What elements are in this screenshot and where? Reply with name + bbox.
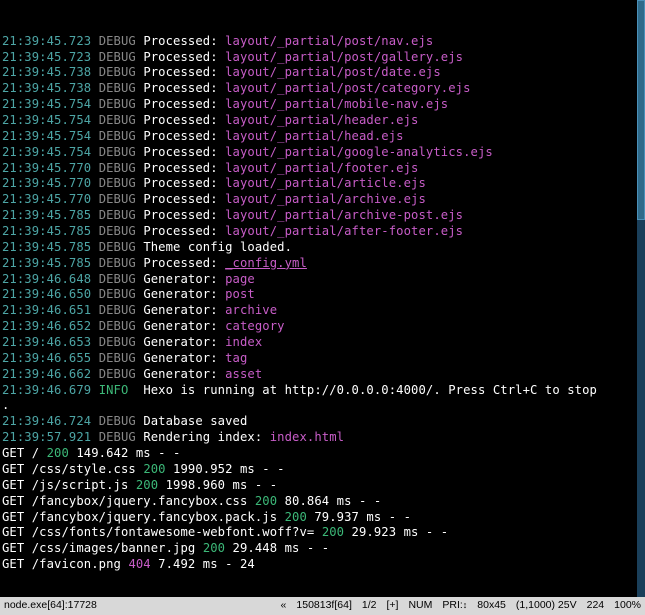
- updown-icon: ↕: [463, 600, 468, 612]
- log-line: 21:39:46.651 DEBUG Generator: archive: [2, 303, 643, 319]
- log-line: 21:39:45.785 DEBUG Theme config loaded.: [2, 240, 643, 256]
- http-log-line: GET / 200 149.642 ms - -: [2, 446, 643, 462]
- status-plus: [+]: [386, 599, 398, 613]
- log-line: 21:39:45.770 DEBUG Processed: layout/_pa…: [2, 176, 643, 192]
- log-line: 21:39:45.785 DEBUG Processed: _config.ym…: [2, 256, 643, 272]
- log-line: 21:39:46.648 DEBUG Generator: page: [2, 272, 643, 288]
- log-line: 21:39:46.724 DEBUG Database saved: [2, 414, 643, 430]
- log-line: 21:39:46.653 DEBUG Generator: index: [2, 335, 643, 351]
- http-log-line: GET /css/images/banner.jpg 200 29.448 ms…: [2, 541, 643, 557]
- http-log-line: GET /css/fonts/fontawesome-webfont.woff?…: [2, 525, 643, 541]
- log-line: 21:39:45.738 DEBUG Processed: layout/_pa…: [2, 65, 643, 81]
- status-sep: «: [281, 599, 287, 613]
- status-bar: node.exe[64]:17728 « 150813f[64] 1/2 [+]…: [0, 597, 645, 615]
- status-pos: (1,1000) 25V: [516, 599, 577, 613]
- status-num: NUM: [408, 599, 432, 613]
- log-line: 21:39:45.738 DEBUG Processed: layout/_pa…: [2, 81, 643, 97]
- log-line: 21:39:46.652 DEBUG Generator: category: [2, 319, 643, 335]
- log-line: 21:39:45.723 DEBUG Processed: layout/_pa…: [2, 50, 643, 66]
- log-line: 21:39:57.921 DEBUG Rendering index: inde…: [2, 430, 643, 446]
- status-pri: PRI:↕: [442, 599, 467, 613]
- log-line: 21:39:46.655 DEBUG Generator: tag: [2, 351, 643, 367]
- log-line: 21:39:45.754 DEBUG Processed: layout/_pa…: [2, 113, 643, 129]
- http-log-line: GET /css/style.css 200 1990.952 ms - -: [2, 462, 643, 478]
- status-filesize: 150813f[64]: [296, 599, 351, 613]
- log-line-info-cont: .: [2, 398, 643, 414]
- status-process: node.exe[64]:17728: [4, 599, 97, 613]
- log-line: 21:39:45.754 DEBUG Processed: layout/_pa…: [2, 145, 643, 161]
- http-log-line: GET /fancybox/jquery.fancybox.css 200 80…: [2, 494, 643, 510]
- scrollbar-vertical[interactable]: [637, 0, 645, 597]
- scrollbar-thumb[interactable]: [637, 0, 645, 220]
- log-line: 21:39:46.662 DEBUG Generator: asset: [2, 367, 643, 383]
- log-line: 21:39:46.650 DEBUG Generator: post: [2, 287, 643, 303]
- http-log-line: GET /fancybox/jquery.fancybox.pack.js 20…: [2, 510, 643, 526]
- http-log-line: GET /favicon.png 404 7.492 ms - 24: [2, 557, 643, 573]
- status-count: 224: [587, 599, 605, 613]
- status-dims: 80x45: [477, 599, 506, 613]
- log-line: 21:39:45.723 DEBUG Processed: layout/_pa…: [2, 34, 643, 50]
- log-line: 21:39:45.754 DEBUG Processed: layout/_pa…: [2, 129, 643, 145]
- log-line: 21:39:45.754 DEBUG Processed: layout/_pa…: [2, 97, 643, 113]
- terminal-output[interactable]: 21:39:45.723 DEBUG Processed: layout/_pa…: [0, 0, 645, 589]
- status-pct: 100%: [614, 599, 641, 613]
- log-line: 21:39:45.785 DEBUG Processed: layout/_pa…: [2, 224, 643, 240]
- log-line-info: 21:39:46.679 INFO Hexo is running at htt…: [2, 383, 643, 399]
- http-log-line: GET /js/script.js 200 1998.960 ms - -: [2, 478, 643, 494]
- log-line: 21:39:45.770 DEBUG Processed: layout/_pa…: [2, 192, 643, 208]
- log-line: 21:39:45.770 DEBUG Processed: layout/_pa…: [2, 161, 643, 177]
- log-line: 21:39:45.785 DEBUG Processed: layout/_pa…: [2, 208, 643, 224]
- status-ratio: 1/2: [362, 599, 377, 613]
